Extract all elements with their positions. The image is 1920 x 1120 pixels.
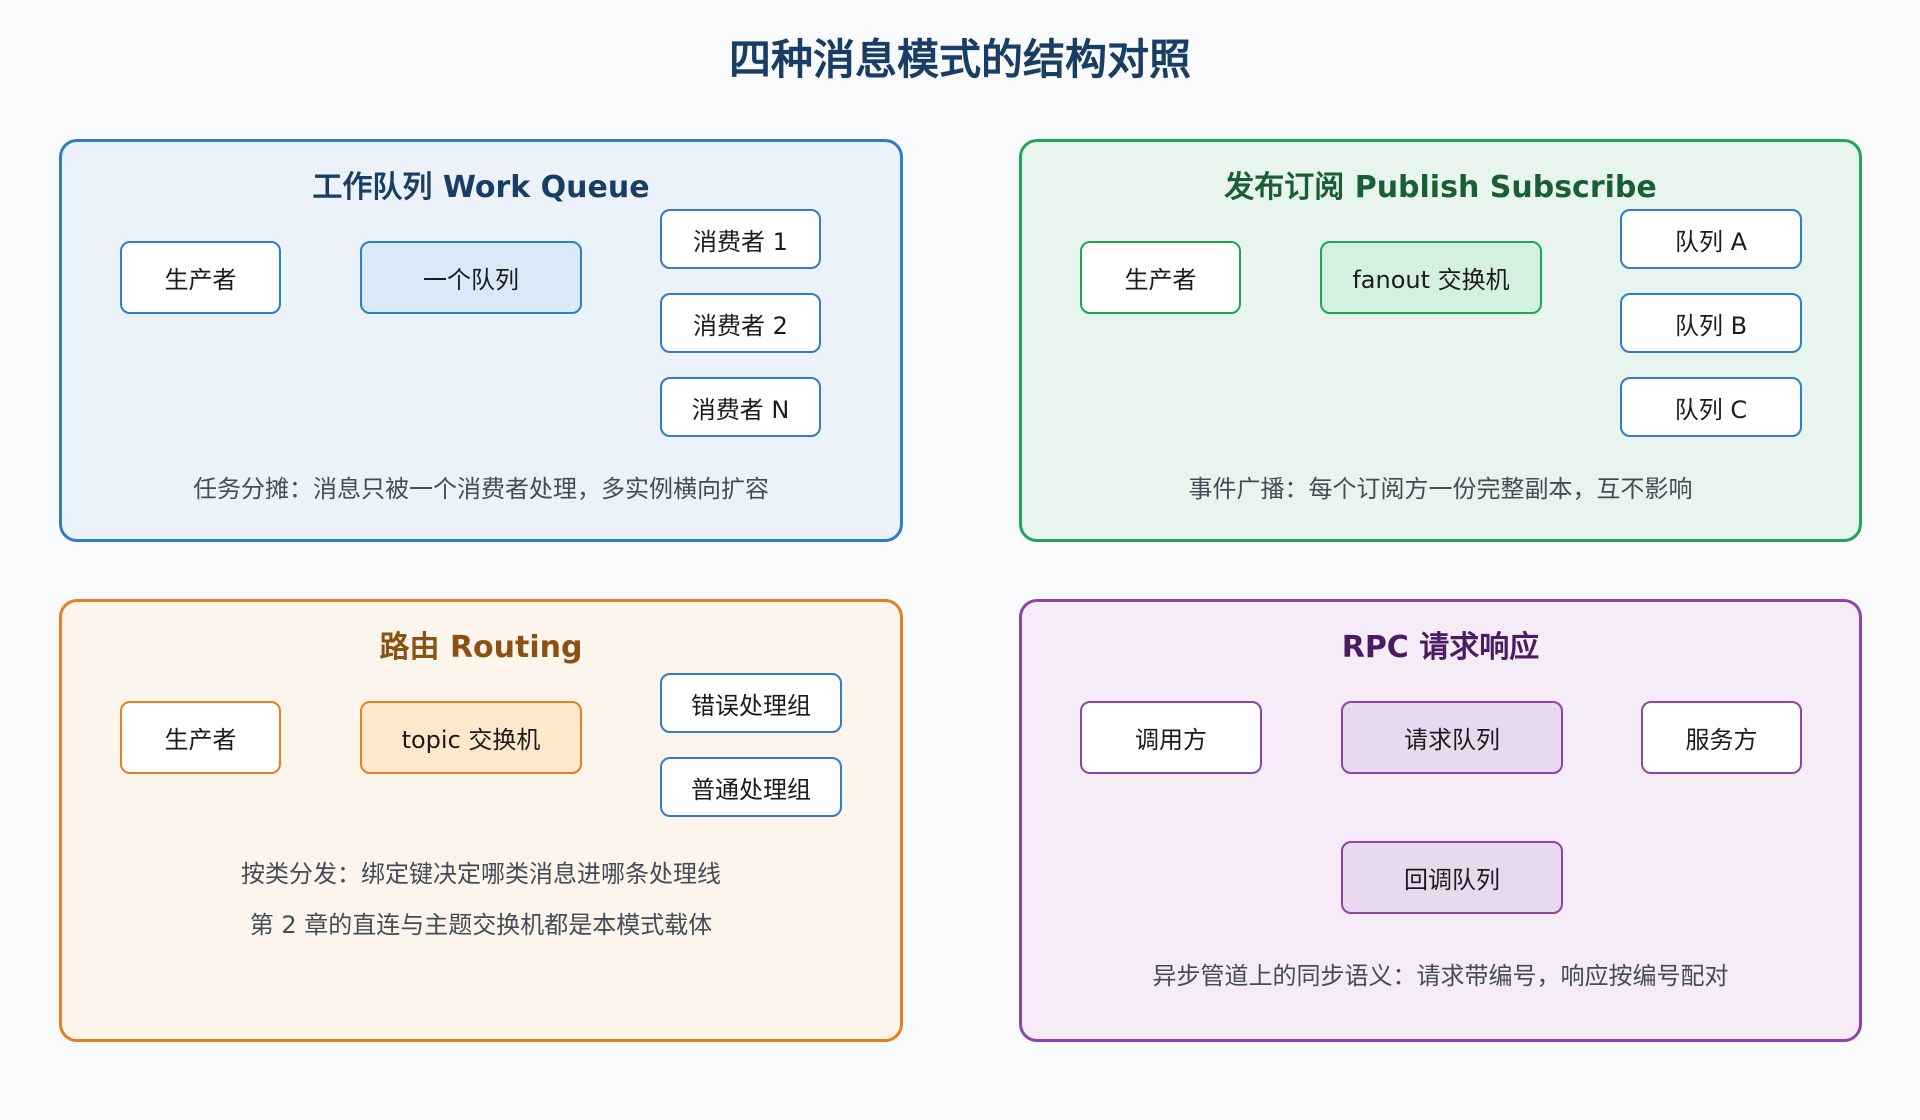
normal-handler-group-node: 普通处理组 xyxy=(660,757,842,817)
panel-title-routing: 路由 Routing xyxy=(379,630,583,665)
producer-node: 生产者 xyxy=(120,701,281,774)
queue-node: 一个队列 xyxy=(360,241,582,314)
error-handler-group-node: 错误处理组 xyxy=(660,673,842,733)
panel-title-work-queue: 工作队列 Work Queue xyxy=(312,170,650,205)
panel-caption-work-queue: 任务分摊：消息只被一个消费者处理，多实例横向扩容 xyxy=(193,475,769,503)
panel-title-pub-sub: 发布订阅 Publish Subscribe xyxy=(1224,170,1657,205)
page-title: 四种消息模式的结构对照 xyxy=(728,35,1191,84)
panel-caption-pub-sub: 事件广播：每个订阅方一份完整副本，互不影响 xyxy=(1188,475,1693,503)
fanout-exchange-node: fanout 交换机 xyxy=(1320,241,1542,314)
producer-node: 生产者 xyxy=(1080,241,1241,314)
queue-node-a: 队列 A xyxy=(1620,209,1802,269)
consumer-node-2: 消费者 2 xyxy=(660,293,821,353)
consumer-node-1: 消费者 1 xyxy=(660,209,821,269)
panel-pub-sub: 发布订阅 Publish Subscribe 生产者 fanout 交换机 队列… xyxy=(1019,139,1862,542)
queue-node-c: 队列 C xyxy=(1620,377,1802,437)
panel-routing: 路由 Routing 生产者 topic 交换机 错误处理组 普通处理组 按类分… xyxy=(59,599,903,1042)
producer-node: 生产者 xyxy=(120,241,281,314)
consumer-node-n: 消费者 N xyxy=(660,377,821,437)
panel-caption-routing-1: 按类分发：绑定键决定哪类消息进哪条处理线 xyxy=(241,860,721,888)
panel-rpc: RPC 请求响应 调用方 请求队列 服务方 回调队列 异步管道上的同步语义：请求… xyxy=(1019,599,1862,1042)
request-queue-node: 请求队列 xyxy=(1341,701,1563,774)
queue-node-b: 队列 B xyxy=(1620,293,1802,353)
panel-caption-routing-2: 第 2 章的直连与主题交换机都是本模式载体 xyxy=(249,911,713,939)
panel-caption-rpc: 异步管道上的同步语义：请求带编号，响应按编号配对 xyxy=(1152,962,1729,990)
server-node: 服务方 xyxy=(1641,701,1802,774)
topic-exchange-node: topic 交换机 xyxy=(360,701,582,774)
caller-node: 调用方 xyxy=(1080,701,1262,774)
callback-queue-node: 回调队列 xyxy=(1341,841,1563,914)
panel-title-rpc: RPC 请求响应 xyxy=(1341,630,1540,665)
panel-work-queue: 工作队列 Work Queue 生产者 一个队列 消费者 1 消费者 2 消费者… xyxy=(59,139,903,542)
